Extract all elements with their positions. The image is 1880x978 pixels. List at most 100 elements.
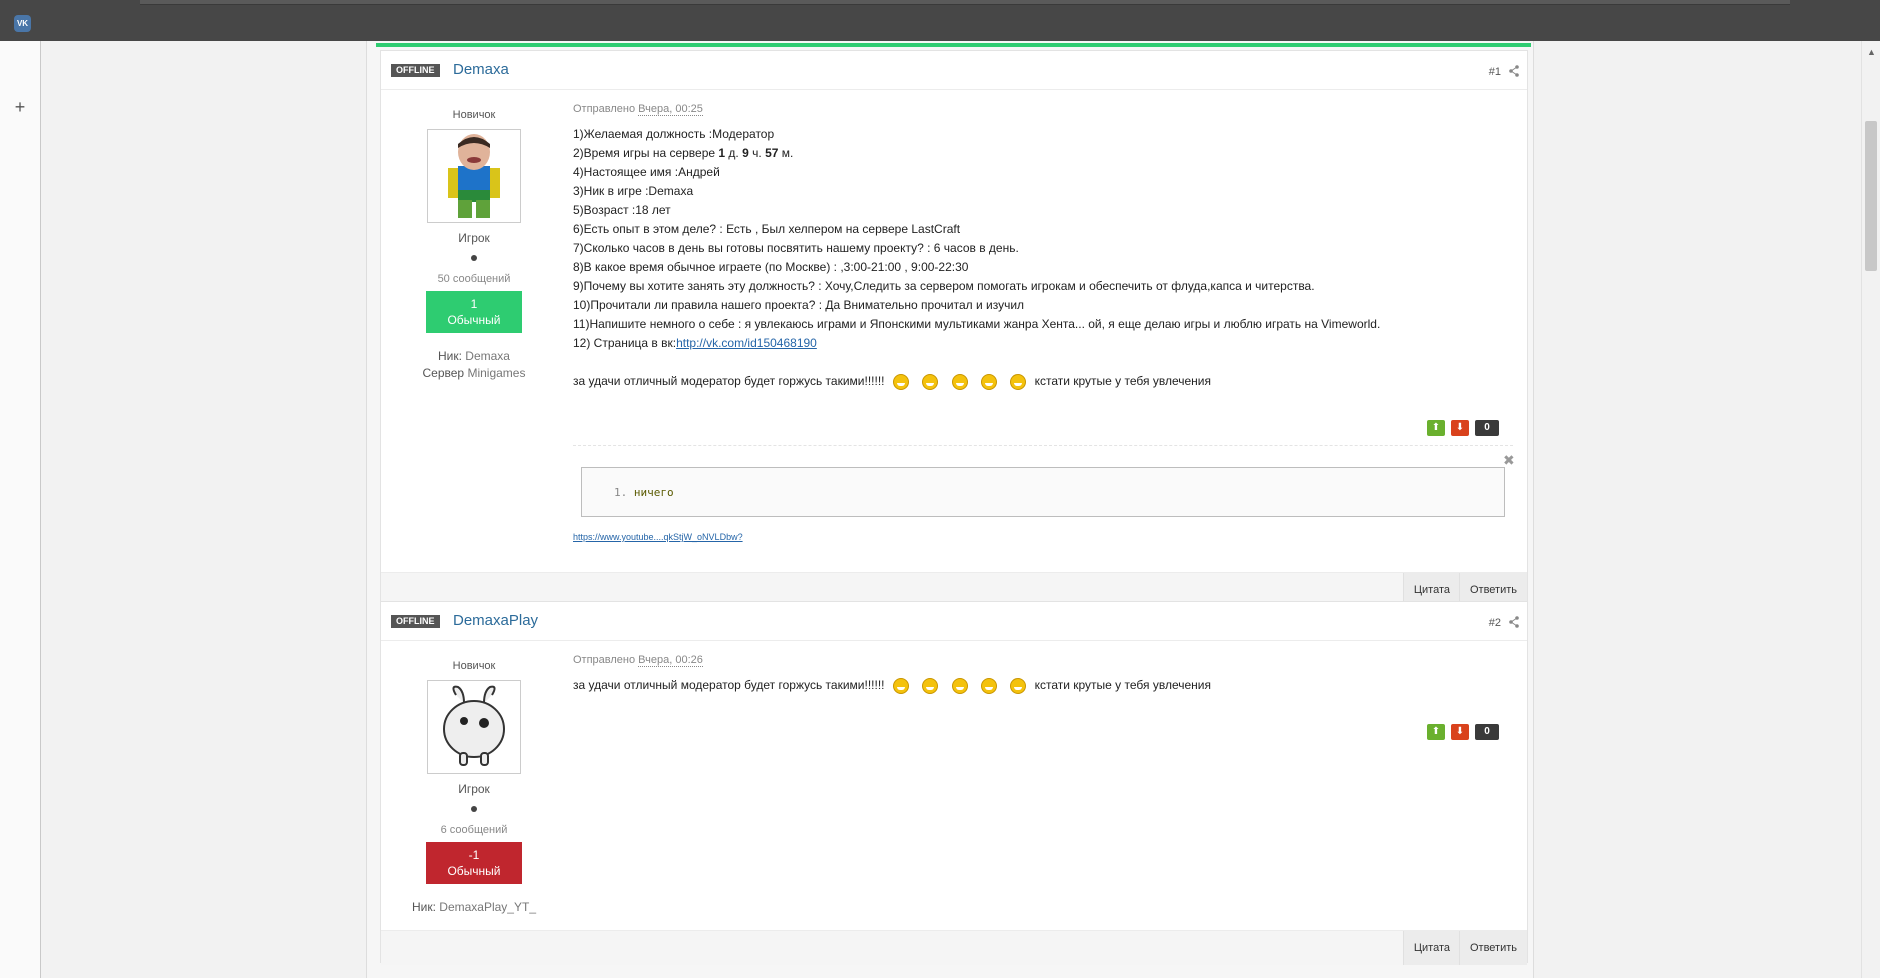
quote-button[interactable]: Цитата: [1402, 931, 1460, 965]
vote-up-icon[interactable]: ⬆: [1427, 420, 1445, 436]
post-line-quote: за удачи отличный модератор будет горжус…: [573, 372, 1503, 391]
page-scrollbar[interactable]: ▲: [1861, 41, 1880, 978]
quote-text: за удачи отличный модератор будет горжус…: [573, 374, 885, 388]
reputation-badge: 1 Обычный: [426, 291, 522, 333]
user-group: Игрок: [458, 782, 490, 796]
reputation-value: -1: [468, 848, 480, 862]
grin-emoji-icon: [1010, 373, 1027, 390]
vk-profile-link[interactable]: http://vk.com/id150468190: [676, 336, 817, 350]
code-line-number: 1.: [614, 486, 628, 499]
post-body: за удачи отличный модератор будет горжус…: [573, 676, 1503, 695]
grin-emoji-icon: [980, 373, 997, 390]
scrollbar-thumb[interactable]: [1865, 121, 1877, 271]
forum-post: OFFLINE Demaxa #1 Новичок Игрок 50 сообщ…: [380, 50, 1528, 608]
vk-icon[interactable]: VK: [14, 15, 31, 32]
post-number-link[interactable]: #1: [1489, 66, 1501, 78]
reply-button[interactable]: Ответить: [1458, 931, 1527, 965]
quote-text: за удачи отличный модератор будет горжус…: [573, 678, 885, 692]
avatar-image: [428, 681, 520, 773]
sent-date: Вчера, 00:26: [638, 654, 703, 667]
vote-down-icon[interactable]: ⬇: [1451, 420, 1469, 436]
add-tab-button[interactable]: +: [10, 97, 30, 117]
post-line: 8)В какое время обычное играете (по Моск…: [573, 260, 969, 274]
playtime-hours-unit: ч.: [748, 146, 766, 160]
reputation-badge: -1 Обычный: [426, 842, 522, 884]
post-line: 1)Желаемая должность :Модератор: [573, 127, 775, 141]
post-header: OFFLINE Demaxa #1: [381, 51, 1527, 90]
author-name-link[interactable]: Demaxa: [453, 61, 509, 78]
status-badge: OFFLINE: [391, 615, 440, 628]
status-badge: OFFLINE: [391, 64, 440, 77]
post-line: 6)Есть опыт в этом деле? : Есть , Был хе…: [573, 222, 961, 236]
post-line: 9)Почему вы хотите занять эту должность?…: [573, 279, 1315, 293]
server-label: Сервер: [422, 366, 465, 380]
grin-emoji-icon: [1010, 677, 1027, 694]
vote-controls: ⬆ ⬇ 0: [1421, 419, 1499, 436]
share-icon[interactable]: [1509, 65, 1519, 77]
post-sent-info: Отправлено Вчера, 00:26: [573, 654, 1503, 667]
reputation-label: Обычный: [447, 864, 501, 878]
vk-page-label: 12) Страница в вк:: [573, 336, 677, 350]
tab-strip: [140, 0, 1790, 5]
post-content: Отправлено Вчера, 00:26 за удачи отличны…: [573, 654, 1503, 695]
user-rank: Новичок: [452, 660, 496, 672]
share-icon[interactable]: [1509, 616, 1519, 628]
post-line-playtime: 2)Время игры на сервере 1 д. 9 ч. 57 м.: [573, 144, 1503, 163]
post-line: 11)Напишите немного о себе : я увлекаюсь…: [573, 317, 1381, 331]
grin-emoji-icon: [951, 373, 968, 390]
post-line: 7)Сколько часов в день вы готовы посвяти…: [573, 241, 1019, 255]
nick-label: Ник:: [438, 349, 462, 363]
grin-emoji-icon: [922, 677, 939, 694]
post-line: 3)Ник в игре :Demaxa: [573, 184, 694, 198]
post-number-link[interactable]: #2: [1489, 617, 1501, 629]
post-line: 4)Настоящее имя :Андрей: [573, 165, 720, 179]
sent-date: Вчера, 00:25: [638, 103, 703, 116]
playtime-minutes-unit: м.: [778, 146, 794, 160]
signature-divider: [573, 445, 1513, 446]
user-server: Сервер Minigames: [381, 366, 567, 380]
online-indicator: [471, 806, 477, 812]
grin-emoji-icon: [980, 677, 997, 694]
avatar[interactable]: [427, 129, 521, 223]
vote-controls: ⬆ ⬇ 0: [1421, 723, 1499, 740]
code-block: 1. ничего: [581, 467, 1505, 517]
author-name-link[interactable]: DemaxaPlay: [453, 612, 538, 629]
sent-label: Отправлено: [573, 654, 636, 666]
youtube-link[interactable]: https://www.youtube....qkStjW_oNVLDbw?: [573, 532, 743, 542]
post-line-quote: за удачи отличный модератор будет горжус…: [573, 676, 1503, 695]
post-header: OFFLINE DemaxaPlay #2: [381, 602, 1527, 641]
avatar[interactable]: [427, 680, 521, 774]
grin-emoji-icon: [922, 373, 939, 390]
user-info-panel: Новичок Игрок 50 сообщений 1 Обычный Ник: [381, 101, 567, 380]
server-value: Minigames: [467, 366, 526, 380]
nick-value: DemaxaPlay_YT_: [439, 900, 536, 914]
avatar-image: [428, 130, 520, 222]
post-line-vk: 12) Страница в вк:http://vk.com/id150468…: [573, 334, 1503, 353]
forum-post: OFFLINE DemaxaPlay #2 Новичок Игрок 6 со…: [380, 601, 1528, 965]
reputation-value: 1: [470, 297, 478, 311]
vote-down-icon[interactable]: ⬇: [1451, 724, 1469, 740]
vote-up-icon[interactable]: ⬆: [1427, 724, 1445, 740]
playtime-days-unit: д.: [725, 146, 743, 160]
playtime-minutes: 57: [765, 146, 779, 160]
vote-count: 0: [1475, 724, 1499, 740]
code-line: 1. ничего: [614, 486, 674, 499]
post-content: Отправлено Вчера, 00:25 1)Желаемая должн…: [573, 103, 1503, 391]
user-nick: Ник: Demaxa: [381, 349, 567, 363]
playtime-prefix: 2)Время игры на сервере: [573, 146, 719, 160]
code-text: ничего: [633, 486, 674, 499]
reputation-label: Обычный: [447, 313, 501, 327]
vote-count: 0: [1475, 420, 1499, 436]
browser-sidebar: +: [0, 41, 41, 978]
scroll-up-icon[interactable]: ▲: [1867, 47, 1876, 57]
grin-emoji-icon: [892, 373, 909, 390]
post-count: 50 сообщений: [437, 273, 511, 285]
user-info-panel: Новичок Игрок 6 сообщений -1 Обычный Ник…: [381, 652, 567, 914]
topic-accent-line: [376, 43, 1531, 47]
nick-label: Ник:: [411, 900, 436, 914]
user-rank: Новичок: [452, 109, 496, 121]
grin-emoji-icon: [892, 677, 909, 694]
post-sent-info: Отправлено Вчера, 00:25: [573, 103, 1503, 116]
user-nick: Ник: DemaxaPlay_YT_: [381, 900, 567, 914]
playtime-hours: 9: [742, 146, 749, 160]
